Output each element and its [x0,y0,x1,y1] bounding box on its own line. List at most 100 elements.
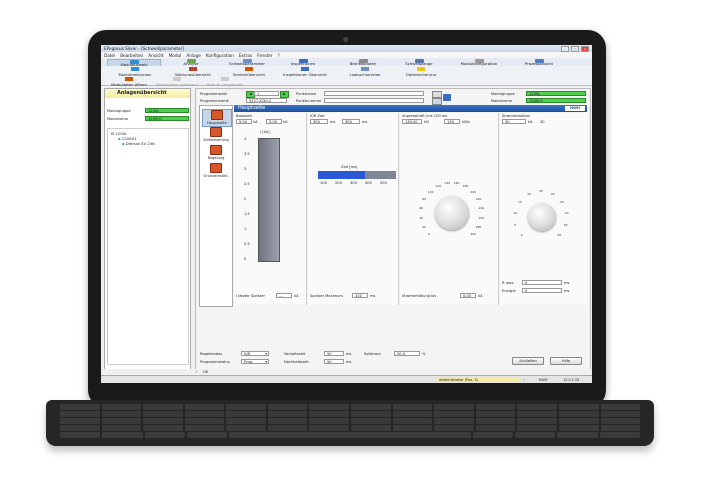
programmwahl-input[interactable]: 1 [254,91,279,96]
basiszeit-input[interactable]: 5.00 [236,119,252,124]
menu-item[interactable]: ? [278,53,280,58]
programmname-input[interactable]: 3227-X/3U-2 [246,98,287,103]
main-panel: Programmwahl ◀ 1 ▶ Programmname 3227-X/3… [195,88,591,370]
menu-item[interactable]: Datei [104,53,115,58]
dial-tick-label: 10 [513,210,518,215]
help-button[interactable]: Hilfe [550,357,582,365]
iqr-input[interactable]: 300 [310,119,328,124]
vorhaltezeit-input[interactable]: 50 [324,351,344,356]
key [229,432,471,438]
menu-item[interactable]: Modul [169,53,182,58]
key [515,432,556,438]
bar-tick-label: 2 [244,197,247,201]
stromreduktion-input[interactable]: 30 [502,119,526,124]
anpresskraft-label: Anpresskraft (ms 100 ms [402,114,448,118]
key [184,418,225,424]
tab-item[interactable]: Betriebsdaten [337,59,389,66]
nav-label: Regelung [207,156,225,160]
chevron-down-icon: ▾ [265,352,267,356]
key [143,418,183,424]
toolbar-label: Moduldaten öffnen [111,82,147,87]
sidebar-header: Anlagenübersicht [105,89,190,98]
menu-item[interactable]: Extras [239,53,252,58]
dial-knob[interactable] [528,203,556,231]
tab-item[interactable]: Analyse [165,59,217,66]
key [351,411,391,417]
dial-tick-label: 180 [462,184,469,189]
stromreduktion-dial[interactable]: 0 5 10 15 20 25 30 35 40 45 50 [513,189,568,243]
menu-item[interactable]: Bearbeiten [120,53,143,58]
key [517,404,557,410]
status-user: Administrator (Pos. 3) [437,378,519,382]
toolbar-label: Moduldaten speichern [155,82,199,87]
iqr-unit-2: ms [362,120,368,124]
key [226,418,266,424]
key [475,425,516,431]
zeit-tick-label: 100 [320,181,327,185]
key [267,404,308,410]
iqr-input-2[interactable]: 300 [342,119,360,124]
anpresskraft-input-2[interactable]: 130 [444,119,460,124]
folder-icon[interactable] [432,91,442,98]
menu-item[interactable]: Anlage [186,53,200,58]
key [102,432,143,438]
nav-item[interactable]: Grundeinstell. [202,163,230,179]
sidebar: Anlagenübersicht Modulgruppe 1200L Modul… [104,88,191,370]
nav-item[interactable]: Regelung [202,145,230,161]
nachhaltezeit-label: Nachhaltezeit [284,360,309,364]
dial-tick-label: 15 [517,199,522,204]
sollstrom-input[interactable]: 20.0 [394,351,420,356]
basiszeit-unit: kA [253,120,258,124]
punktname-input[interactable] [324,91,424,96]
transfer-icon[interactable] [443,94,451,101]
menu-item[interactable]: Ansicht [148,53,163,58]
key [475,418,516,424]
bar-tick-label: 3 [244,167,247,171]
save-icon[interactable] [432,98,442,105]
toolbar-button[interactable]: Moduldaten öffnen [107,77,151,87]
programmstatus-select[interactable]: Prog. ▾ [241,359,269,364]
letzter-spritzer-unit: kA [294,294,299,298]
tab-item[interactable]: Prozessansicht [513,59,565,66]
anpresskraft-input[interactable]: 130.00 [402,119,422,124]
tab-item[interactable]: Schweißparameter [221,59,273,66]
stromreduktion-unit: kA [528,120,533,124]
key-row [60,411,641,417]
screen: EPegasus Silver - [Schweißparameter] – □… [101,45,592,383]
menu-item[interactable]: Fenster [257,53,273,58]
toolbar-label: Module vergleichen [206,82,244,87]
dial-tick-label: 25 [539,189,543,193]
dial-tick-label: 0 [520,233,523,238]
tab-item[interactable]: Modulkonfiguration [453,59,505,66]
close-page-button[interactable]: Schließen [512,357,544,365]
dial-knob[interactable] [435,196,469,230]
nachhaltezeit-input[interactable]: 50 [324,359,344,364]
key [184,411,225,417]
tab-icon [242,59,252,63]
programmwahl-label: Programmwahl [200,92,228,96]
sidebar-modulgruppe-label: Modulgruppe [107,109,131,113]
key [517,425,557,431]
tab-item[interactable]: Inspektionen [277,59,329,66]
dial-tick-label: 80 [422,197,427,202]
toolbar-button[interactable]: Moduldaten speichern [155,77,199,87]
punktnummer-label: Punktnummer [296,99,322,103]
key [475,404,516,410]
punktnummer-input[interactable] [324,98,424,103]
anpresskraft-dial[interactable]: 0 20 40 60 80 100 120 140 160 180 200 220 240 260 280 3… [419,181,484,243]
tab-item[interactable]: Schweißzange [393,59,445,66]
spritzer-max-unit: ms [370,294,376,298]
nav-item[interactable]: Hauptseite [202,109,232,127]
nav-icon [211,110,223,120]
nav-item[interactable]: Zeitsteuerung [202,127,230,143]
toolbar-button[interactable]: Module vergleichen [203,77,247,87]
basiszeit-input-2[interactable]: 5.00 [266,119,282,124]
next-program-button[interactable]: ▶ [280,91,289,98]
regelmodus-select[interactable]: IQR ▾ [241,351,269,356]
menu-item[interactable]: Konfiguration [206,53,234,58]
tree-node[interactable]: ▪ Detrust SV 236 [122,141,155,146]
toolbar-icon [189,67,197,71]
key [267,425,308,431]
key [434,418,474,424]
energie-value: 0 [522,288,562,293]
